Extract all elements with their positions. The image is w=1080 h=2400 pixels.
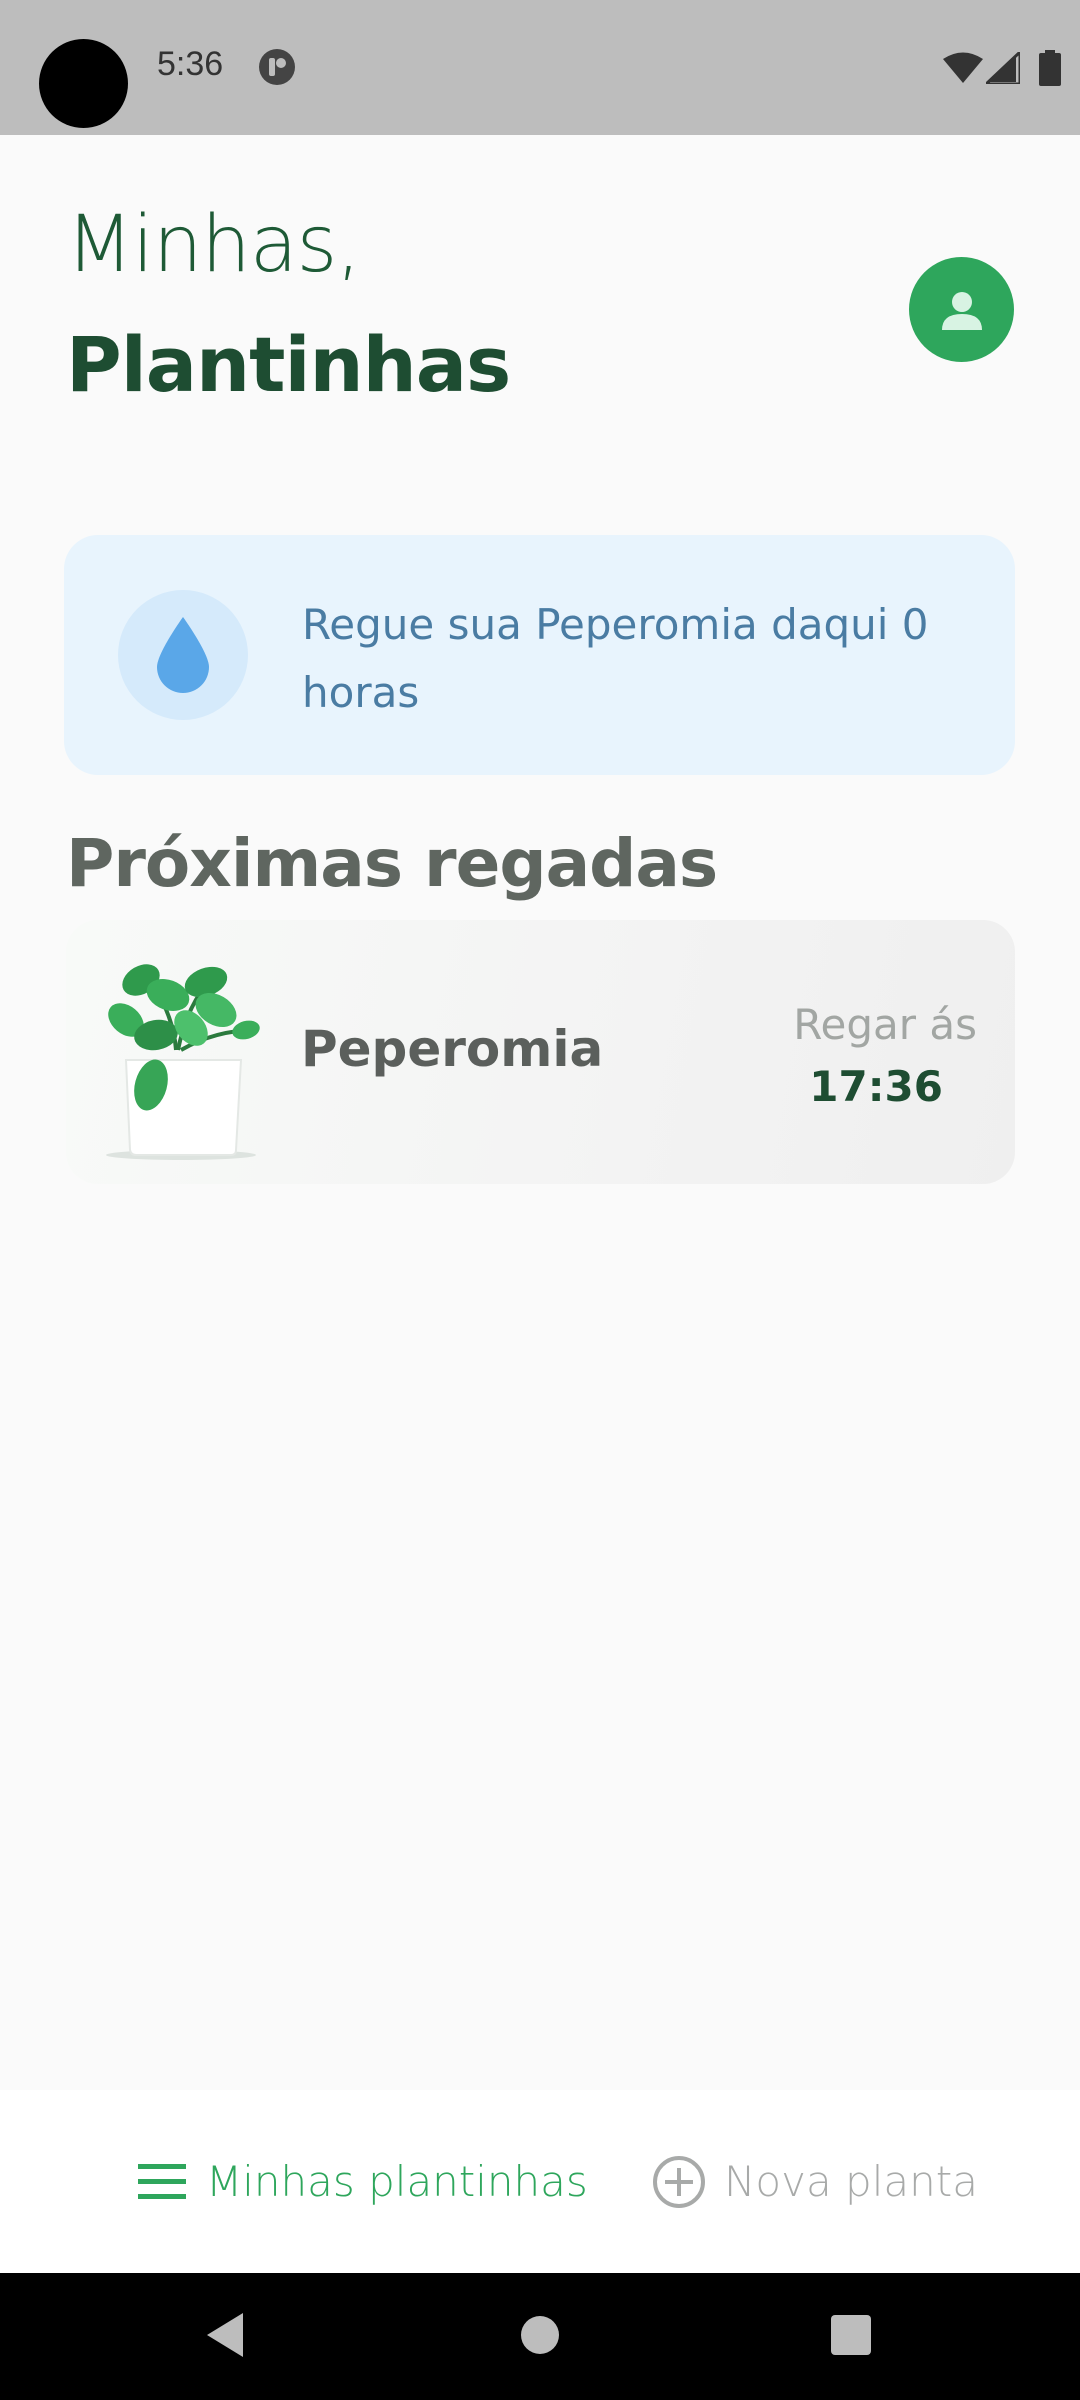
status-time: 5:36 (157, 45, 224, 83)
water-reminder-text: Regue sua Peperomia daqui 0 horas (302, 600, 929, 717)
battery-icon (1039, 50, 1061, 86)
person-icon (941, 291, 982, 330)
recents-icon[interactable] (830, 2311, 872, 2359)
water-time-value: 17:36 (809, 1062, 943, 1111)
nav-new-plant[interactable]: Nova planta (652, 2090, 978, 2273)
bottom-navigation: Minhas plantinhas Nova planta (0, 2090, 1080, 2273)
water-drop-icon (157, 617, 209, 693)
drop-icon-container (118, 590, 248, 720)
camera-cutout (39, 39, 128, 128)
profile-button[interactable] (909, 257, 1014, 362)
page-title: Plantinhas (66, 320, 511, 409)
add-circle-icon (653, 2155, 705, 2208)
water-reminder-card: Regue sua Peperomia daqui 0 horas (64, 535, 1015, 775)
signal-icon (986, 52, 1020, 84)
home-icon[interactable] (520, 2311, 560, 2359)
greeting-text: Minhas, (66, 200, 361, 290)
notification-icon (259, 49, 295, 85)
water-time-label: Regar ás (793, 1000, 977, 1049)
menu-icon (138, 2163, 186, 2199)
wifi-icon (943, 52, 983, 83)
status-bar: 5:36 (0, 0, 1080, 135)
plant-card[interactable]: Peperomia Regar ás 17:36 (66, 920, 1015, 1184)
nav-new-plant-label: Nova planta (724, 2157, 978, 2206)
plant-image (106, 964, 260, 1160)
nav-my-plants-label: Minhas plantinhas (206, 2157, 588, 2206)
section-title: Próximas regadas (66, 825, 718, 902)
system-navigation-bar (0, 2273, 1080, 2400)
nav-my-plants[interactable]: Minhas plantinhas (138, 2090, 588, 2273)
plant-name: Peperomia (301, 1020, 604, 1078)
back-icon[interactable] (203, 2311, 247, 2359)
